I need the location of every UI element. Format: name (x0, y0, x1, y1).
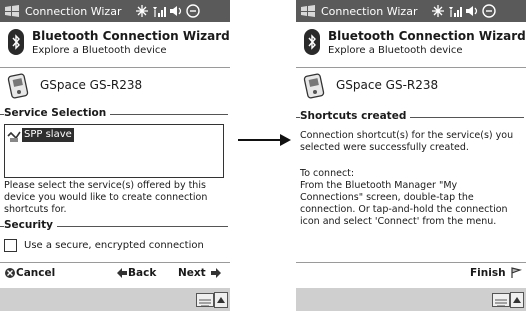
shortcuts-created-label: Shortcuts created (300, 110, 411, 122)
keyboard-icon[interactable] (492, 293, 510, 307)
wizard-title: Bluetooth Connection Wizard (328, 29, 526, 43)
wizard-screen-service-selection: Connection Wizar Bluetooth Connection Wi… (0, 0, 230, 311)
input-panel-bar (0, 288, 230, 311)
cancel-label: Cancel (16, 267, 56, 279)
wizard-title: Bluetooth Connection Wizard (32, 29, 230, 43)
finish-label: Finish (470, 267, 506, 279)
service-item-spp-slave[interactable]: SPP slave (7, 127, 74, 142)
shortcuts-created-section: Shortcuts created (296, 110, 526, 124)
finish-button[interactable]: Finish (470, 267, 522, 279)
wizard-header: Bluetooth Connection Wizard Explore a Bl… (0, 23, 230, 68)
next-button[interactable]: Next (178, 267, 222, 279)
connectivity-icon[interactable] (133, 3, 150, 19)
wizard-screen-shortcuts-created: Connection Wizar Bluetooth Connection Wi… (296, 0, 526, 311)
device-icon (6, 72, 32, 100)
command-bar: Cancel Back Next (0, 262, 230, 287)
ok-icon[interactable] (184, 3, 201, 19)
wizard-subtitle: Explore a Bluetooth device (328, 45, 463, 56)
back-label: Back (128, 267, 157, 279)
service-list[interactable]: SPP slave (4, 124, 224, 178)
checked-service-icon (7, 128, 21, 142)
flow-arrow-icon (238, 134, 291, 146)
wizard-subtitle: Explore a Bluetooth device (32, 45, 167, 56)
device-name: GSpace GS-R238 (40, 78, 143, 92)
volume-icon[interactable] (167, 3, 184, 19)
window-title: Connection Wizar (25, 4, 122, 18)
input-panel-toggle-icon[interactable] (214, 292, 228, 308)
input-panel-bar (296, 288, 526, 311)
signal-icon[interactable] (150, 3, 167, 19)
service-selection-section: Service Selection (0, 107, 230, 121)
cancel-button[interactable]: Cancel (4, 267, 55, 279)
back-arrow-icon (116, 267, 128, 279)
service-selection-label: Service Selection (4, 107, 111, 119)
window-title: Connection Wizar (321, 4, 418, 18)
bluetooth-icon (8, 29, 24, 55)
next-arrow-icon (210, 267, 222, 279)
to-connect-text: From the Bluetooth Manager "My Connectio… (300, 180, 508, 227)
signal-icon[interactable] (446, 3, 463, 19)
device-row: GSpace GS-R238 (296, 68, 526, 102)
result-text: Connection shortcut(s) for the service(s… (300, 130, 514, 153)
finish-flag-icon (510, 267, 522, 279)
encrypted-connection-option[interactable]: Use a secure, encrypted connection (4, 238, 204, 252)
ok-icon[interactable] (480, 3, 497, 19)
device-row: GSpace GS-R238 (0, 68, 230, 102)
command-bar: Finish (296, 262, 526, 287)
security-section: Security (0, 219, 230, 233)
windows-logo-icon[interactable] (3, 3, 21, 19)
encrypted-connection-label: Use a secure, encrypted connection (24, 239, 204, 251)
cancel-icon (4, 267, 16, 279)
title-bar: Connection Wizar (296, 0, 526, 22)
title-bar: Connection Wizar (0, 0, 230, 22)
windows-logo-icon[interactable] (299, 3, 317, 19)
to-connect-heading: To connect: (300, 168, 355, 179)
encrypted-connection-checkbox[interactable] (4, 238, 17, 252)
bluetooth-icon (304, 29, 320, 55)
wizard-header: Bluetooth Connection Wizard Explore a Bl… (296, 23, 526, 68)
instruction-text: Please select the service(s) offered by … (4, 180, 208, 215)
keyboard-icon[interactable] (196, 293, 214, 307)
device-icon (302, 72, 328, 100)
input-panel-toggle-icon[interactable] (510, 292, 524, 308)
next-label: Next (178, 267, 206, 279)
service-item-label: SPP slave (22, 127, 74, 142)
back-button[interactable]: Back (116, 267, 156, 279)
volume-icon[interactable] (463, 3, 480, 19)
connectivity-icon[interactable] (429, 3, 446, 19)
security-label: Security (4, 219, 58, 231)
device-name: GSpace GS-R238 (336, 78, 439, 92)
